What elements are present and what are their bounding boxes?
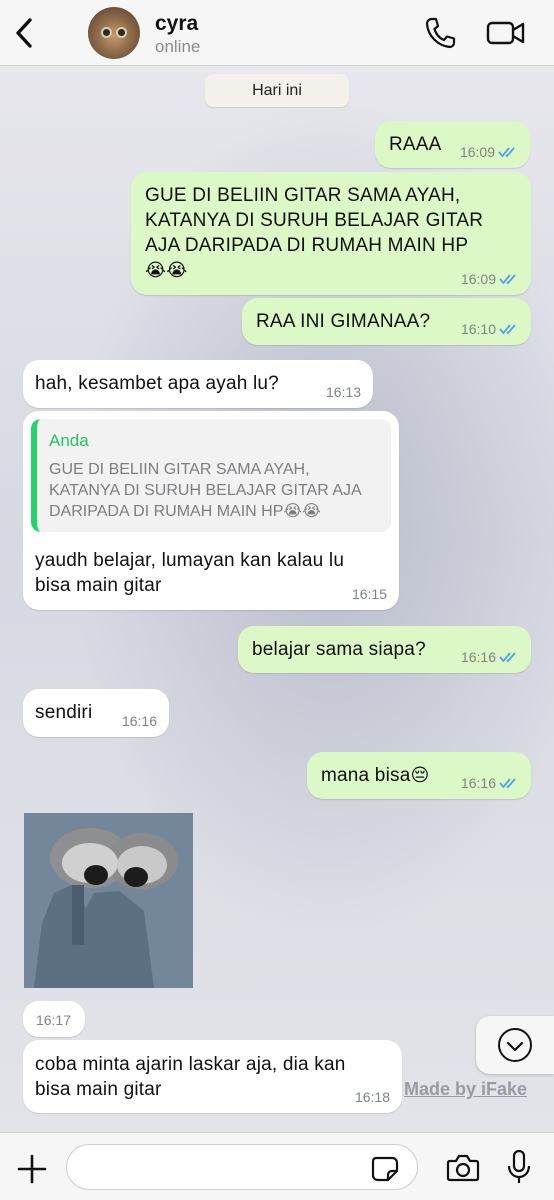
message-text: belajar sama siapa?	[252, 639, 426, 660]
message-time: 16:10	[460, 321, 496, 337]
message-time: 16:09	[460, 271, 496, 287]
crying-emoji: 😭😭	[283, 503, 321, 520]
double-check-icon	[499, 778, 516, 789]
message-text: hah, kesambet apa ayah lu?	[35, 373, 279, 394]
message-time: 16:13	[325, 384, 361, 400]
microphone-button[interactable]	[506, 1149, 532, 1185]
quoted-sender: Anda	[49, 431, 89, 450]
message-time: 16:09	[459, 144, 495, 160]
avatar[interactable]	[88, 7, 140, 59]
message-time: 16:16	[460, 649, 496, 665]
scroll-to-bottom-button[interactable]	[476, 1016, 554, 1074]
pensive-emoji: 😔	[410, 765, 430, 785]
message-bubble-incoming[interactable]: sendiri 16:16	[23, 689, 169, 737]
plus-icon	[17, 1154, 47, 1184]
message-text: RAAA	[389, 134, 442, 155]
message-time: 16:15	[351, 586, 387, 602]
chevron-left-icon	[16, 18, 32, 48]
quoted-text-line: KATANYA DI SURUH BELAJAR GITAR AJA	[49, 482, 362, 499]
sticker-button[interactable]	[370, 1155, 400, 1183]
double-check-icon	[499, 652, 516, 663]
message-text: mana bisa	[321, 765, 411, 786]
message-text-line: KATANYA DI SURUH BELAJAR GITAR	[145, 210, 484, 231]
double-check-icon	[498, 147, 515, 158]
message-bubble-incoming[interactable]: coba minta ajarin laskar aja, dia kan bi…	[23, 1040, 402, 1113]
sticker-image[interactable]	[24, 813, 193, 988]
double-check-icon	[499, 324, 516, 335]
video-camera-icon	[486, 21, 525, 45]
sticker-character	[24, 813, 193, 988]
message-text: sendiri	[35, 702, 93, 723]
message-bubble-outgoing[interactable]: mana bisa😔 16:16	[307, 752, 531, 799]
message-input-bar	[0, 1132, 554, 1200]
message-input[interactable]	[66, 1144, 418, 1190]
chevron-down-circle-icon	[498, 1028, 532, 1062]
camera-icon	[446, 1154, 480, 1182]
message-bubble-outgoing[interactable]: RAA INI GIMANAA? 16:10	[242, 298, 531, 345]
back-button[interactable]	[10, 14, 40, 52]
message-text-line: AJA DARIPADA DI RUMAH MAIN HP	[145, 235, 469, 256]
message-time: 16:18	[354, 1089, 390, 1105]
message-text-line: coba minta ajarin laskar aja, dia kan	[35, 1054, 346, 1075]
microphone-icon	[507, 1149, 531, 1183]
quoted-text-line: DARIPADA DI RUMAH MAIN HP	[49, 503, 284, 520]
voice-call-button[interactable]	[424, 16, 456, 50]
message-text-line: bisa main gitar	[35, 1079, 162, 1100]
phone-icon	[425, 17, 456, 49]
date-separator: Hari ini	[205, 74, 349, 107]
camera-button[interactable]	[446, 1153, 480, 1183]
message-bubble-outgoing[interactable]: GUE DI BELIIN GITAR SAMA AYAH, KATANYA D…	[131, 172, 531, 295]
contact-name[interactable]: cyra	[155, 12, 198, 36]
message-text: RAA INI GIMANAA?	[256, 311, 431, 332]
message-bubble-outgoing[interactable]: RAAA 16:09	[375, 121, 530, 168]
message-time: 16:17	[35, 1012, 71, 1028]
crying-emoji: 😭😭	[145, 260, 188, 280]
message-bubble-incoming[interactable]: Anda GUE DI BELIIN GITAR SAMA AYAH, KATA…	[23, 411, 399, 610]
message-bubble-incoming[interactable]: hah, kesambet apa ayah lu? 16:13	[23, 360, 373, 408]
chat-header: cyra online	[0, 0, 554, 66]
quoted-text-line: GUE DI BELIIN GITAR SAMA AYAH,	[49, 461, 310, 478]
message-text-line: bisa main gitar	[35, 575, 162, 596]
sticker-icon	[371, 1156, 399, 1182]
attach-button[interactable]	[16, 1153, 48, 1185]
message-text-line: yaudh belajar, lumayan kan kalau lu	[35, 550, 345, 571]
message-time-bubble: 16:17	[23, 1001, 85, 1037]
quoted-message[interactable]: Anda GUE DI BELIIN GITAR SAMA AYAH, KATA…	[31, 419, 391, 532]
double-check-icon	[499, 274, 516, 285]
watermark: Made by iFake	[404, 1079, 528, 1099]
contact-status: online	[155, 37, 201, 56]
message-time: 16:16	[460, 775, 496, 791]
message-text-line: GUE DI BELIIN GITAR SAMA AYAH,	[145, 185, 461, 206]
message-time: 16:16	[121, 713, 157, 729]
video-call-button[interactable]	[486, 18, 526, 48]
message-bubble-outgoing[interactable]: belajar sama siapa? 16:16	[238, 626, 531, 673]
